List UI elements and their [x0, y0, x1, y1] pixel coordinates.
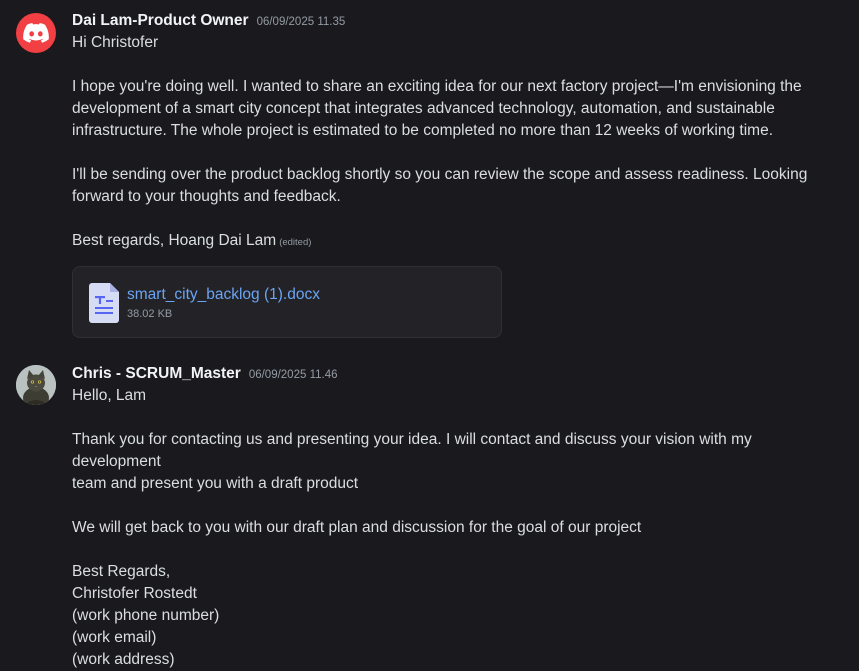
attachment-file-size: 38.02 KB — [127, 308, 173, 320]
message-line: development of a smart city concept that… — [72, 100, 775, 117]
message-line: forward to your thoughts and feedback. — [72, 188, 341, 205]
message-line — [72, 407, 839, 429]
message-line: Best Regards, — [72, 563, 171, 580]
message-header: Dai Lam-Product Owner 06/09/2025 11.35 — [72, 10, 839, 32]
message-line: team and present you with a draft produc… — [72, 475, 359, 492]
file-attachment[interactable]: smart_city_backlog (1).docx 38.02 KB — [72, 266, 502, 338]
message-body: Hello, Lam Thank you for contacting us a… — [72, 385, 839, 671]
message-timestamp[interactable]: 06/09/2025 11.35 — [257, 11, 346, 33]
message-line-signoff: Best regards, Hoang Dai Lam (edited) — [72, 230, 839, 254]
message-line — [72, 54, 839, 76]
author-name[interactable]: Dai Lam-Product Owner — [72, 10, 249, 32]
discord-logo-icon — [23, 23, 49, 43]
author-avatar[interactable] — [16, 365, 56, 405]
cat-avatar — [16, 365, 56, 405]
message-header: Chris - SCRUM_Master 06/09/2025 11.46 — [72, 363, 839, 385]
message-line: Thank you for contacting us and presenti… — [72, 431, 757, 470]
message-timestamp[interactable]: 06/09/2025 11.46 — [249, 364, 338, 386]
message-line: Hi Christofer — [72, 34, 159, 51]
message-line: I'll be sending over the product backlog… — [72, 166, 808, 183]
signoff-text: Best regards, Hoang Dai Lam — [72, 232, 277, 249]
message-line: Christofer Rostedt — [72, 585, 197, 602]
message-line: (work address) — [72, 651, 175, 668]
message-line: (work phone number) — [72, 607, 220, 624]
message-body: Hi Christofer I hope you're doing well. … — [72, 32, 839, 254]
message-line: (work email) — [72, 629, 157, 646]
author-name[interactable]: Chris - SCRUM_Master — [72, 363, 241, 385]
document-file-icon — [89, 283, 119, 323]
message-line — [72, 495, 839, 517]
message-content: Chris - SCRUM_Master 06/09/2025 11.46 He… — [72, 363, 839, 671]
message-line: infrastructure. The whole project is est… — [72, 122, 774, 139]
message-line — [72, 142, 839, 164]
edited-label: (edited) — [279, 237, 312, 248]
message-line — [72, 208, 839, 230]
message-line: We will get back to you with our draft p… — [72, 519, 642, 536]
message-line — [72, 539, 839, 561]
message-content: Dai Lam-Product Owner 06/09/2025 11.35 H… — [72, 10, 839, 338]
message-line: Hello, Lam — [72, 387, 147, 404]
author-avatar[interactable] — [16, 13, 56, 53]
message-line: I hope you're doing well. I wanted to sh… — [72, 78, 802, 95]
